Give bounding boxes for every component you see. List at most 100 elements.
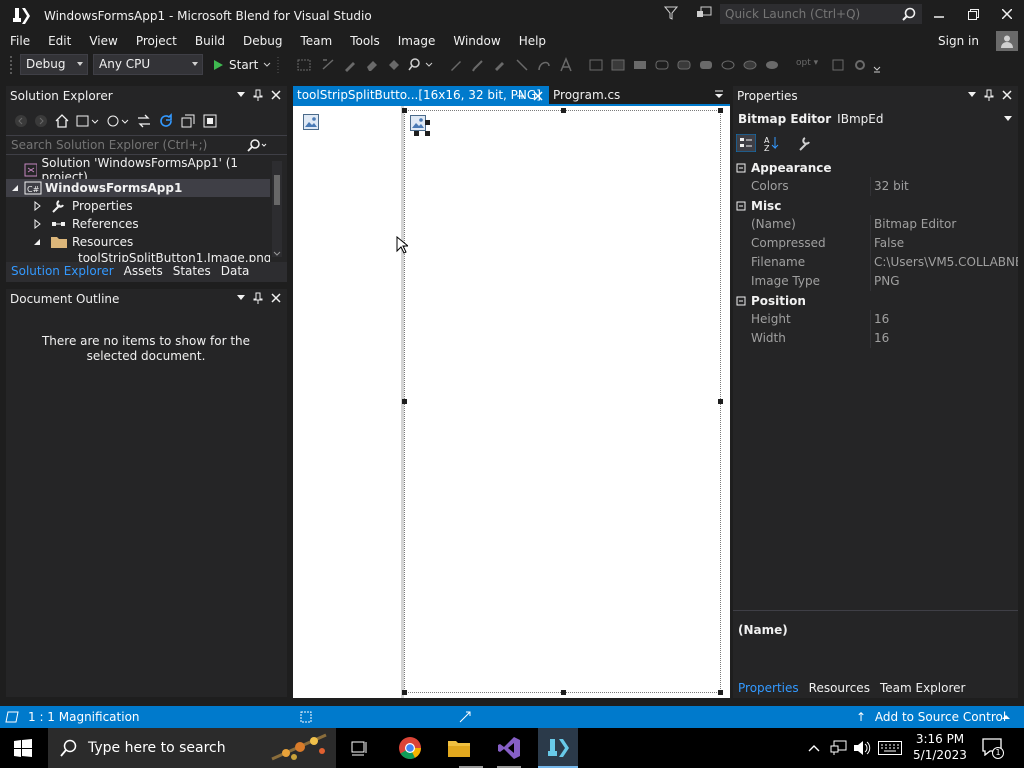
feedback-filter-icon[interactable]: [664, 6, 678, 20]
configuration-dropdown[interactable]: Debug: [20, 54, 88, 75]
tree-item-resources[interactable]: Resources: [6, 233, 270, 251]
touch-keyboard-icon[interactable]: [878, 741, 902, 755]
rect-select-icon[interactable]: [296, 57, 312, 73]
category-appearance[interactable]: Appearance: [733, 158, 1018, 177]
property-filename[interactable]: Filename C:\Users\VM5.COLLABNET: [733, 253, 1018, 272]
tree-scrollbar[interactable]: [272, 161, 282, 257]
transparency-icon[interactable]: [830, 57, 846, 73]
category-misc[interactable]: Misc: [733, 196, 1018, 215]
tree-item-solution[interactable]: Solution 'WindowsFormsApp1' (1 project): [6, 156, 270, 184]
volume-icon[interactable]: [853, 740, 871, 756]
forward-icon[interactable]: [34, 114, 48, 128]
collapse-all-icon[interactable]: [180, 113, 196, 129]
tab-resources[interactable]: Resources: [804, 679, 875, 698]
solution-explorer-search[interactable]: [6, 135, 287, 155]
property-width[interactable]: Width 16: [733, 329, 1018, 348]
solution-explorer-search-input[interactable]: [6, 136, 246, 154]
search-icon[interactable]: [902, 7, 916, 21]
canvas-resize-handle-tr[interactable]: [718, 108, 723, 113]
menu-image[interactable]: Image: [388, 31, 444, 51]
property-height[interactable]: Height 16: [733, 310, 1018, 329]
canvas-resize-handle-b[interactable]: [561, 690, 566, 695]
filled-ellipse-icon[interactable]: [764, 57, 780, 73]
tree-item-image-file[interactable]: toolStripSplitButton1.Image.png: [6, 251, 270, 262]
brush-icon[interactable]: [470, 57, 486, 73]
show-hidden-icons-chevron-icon[interactable]: [808, 744, 820, 752]
close-window-button[interactable]: [996, 4, 1018, 24]
pin-icon[interactable]: [515, 91, 525, 101]
curve-icon[interactable]: [536, 57, 552, 73]
canvas-resize-handle-l[interactable]: [402, 399, 407, 404]
file-explorer-icon[interactable]: [447, 738, 471, 758]
menu-team[interactable]: Team: [290, 31, 340, 51]
ellipse-fill-icon[interactable]: [742, 57, 758, 73]
toolbar-grip[interactable]: [10, 56, 15, 74]
notifications-icon[interactable]: [696, 6, 712, 20]
canvas-resize-handle-r[interactable]: [718, 399, 723, 404]
brush-options-dropdown[interactable]: opt ▾: [796, 58, 818, 68]
zoom-icon[interactable]: [408, 57, 434, 73]
chevron-up-icon[interactable]: [1002, 714, 1010, 720]
chevron-down-icon[interactable]: [237, 92, 245, 98]
tree-item-references[interactable]: References: [6, 215, 270, 233]
windows-start-icon[interactable]: [14, 739, 32, 757]
object-selector[interactable]: Bitmap Editor IBmpEd: [733, 109, 1018, 129]
back-icon[interactable]: [14, 114, 28, 128]
collapse-category-icon[interactable]: [733, 296, 751, 306]
search-icon[interactable]: [246, 138, 268, 152]
bitmap-canvas[interactable]: [404, 110, 721, 693]
collapse-category-icon[interactable]: [733, 201, 751, 211]
tab-program-cs[interactable]: Program.cs: [549, 86, 639, 106]
eraser-icon[interactable]: [364, 57, 380, 73]
tab-solution-explorer[interactable]: Solution Explorer: [6, 262, 119, 282]
line-icon[interactable]: [514, 57, 530, 73]
property-pages-wrench-icon[interactable]: [788, 134, 816, 152]
airbrush-icon[interactable]: [492, 57, 508, 73]
ellipse-icon[interactable]: [720, 57, 736, 73]
menu-file[interactable]: File: [0, 31, 38, 51]
categorized-icon[interactable]: [736, 134, 756, 152]
quick-launch-box[interactable]: [719, 3, 923, 25]
fill-icon[interactable]: [386, 57, 402, 73]
tab-states[interactable]: States: [168, 262, 216, 282]
resize-handle[interactable]: [425, 131, 430, 136]
menu-edit[interactable]: Edit: [38, 31, 79, 51]
blend-taskbar-button[interactable]: [538, 728, 578, 768]
tab-assets[interactable]: Assets: [119, 262, 168, 282]
close-icon[interactable]: [533, 91, 543, 101]
toolbar-overflow-icon[interactable]: [872, 57, 882, 73]
property-compressed[interactable]: Compressed False: [733, 234, 1018, 253]
property-image-type[interactable]: Image Type PNG: [733, 272, 1018, 291]
tree-item-properties[interactable]: Properties: [6, 197, 270, 215]
sync-icon[interactable]: [136, 113, 152, 129]
account-icon[interactable]: [996, 31, 1018, 51]
category-position[interactable]: Position: [733, 291, 1018, 310]
output-window-icon[interactable]: [5, 711, 19, 723]
refresh-icon[interactable]: [158, 113, 174, 129]
resize-handle[interactable]: [414, 131, 419, 136]
resize-handle[interactable]: [425, 120, 430, 125]
chevron-down-icon[interactable]: [237, 295, 245, 301]
close-icon[interactable]: [271, 90, 281, 100]
pin-icon[interactable]: [253, 89, 263, 101]
visual-studio-icon[interactable]: [497, 736, 521, 760]
menu-help[interactable]: Help: [509, 31, 554, 51]
tab-list-dropdown-icon[interactable]: [714, 90, 724, 100]
platform-dropdown[interactable]: Any CPU: [93, 54, 203, 75]
menu-project[interactable]: Project: [126, 31, 185, 51]
minimize-button[interactable]: [928, 4, 950, 24]
tab-data[interactable]: Data: [216, 262, 255, 282]
quick-launch-input[interactable]: [720, 4, 890, 24]
alphabetical-icon[interactable]: AZ: [762, 134, 782, 152]
chevron-down-icon[interactable]: [968, 92, 976, 98]
filled-rounded-rectangle-icon[interactable]: [698, 57, 714, 73]
sign-in-link[interactable]: Sign in: [938, 34, 979, 48]
lasso-select-icon[interactable]: [320, 57, 336, 73]
show-all-files-icon[interactable]: [202, 113, 218, 129]
menu-tools[interactable]: Tools: [340, 31, 388, 51]
pencil-icon[interactable]: [448, 57, 464, 73]
switch-views-icon[interactable]: [76, 113, 100, 129]
color-picker-icon[interactable]: [342, 57, 358, 73]
home-icon[interactable]: [54, 113, 70, 129]
menu-window[interactable]: Window: [443, 31, 508, 51]
